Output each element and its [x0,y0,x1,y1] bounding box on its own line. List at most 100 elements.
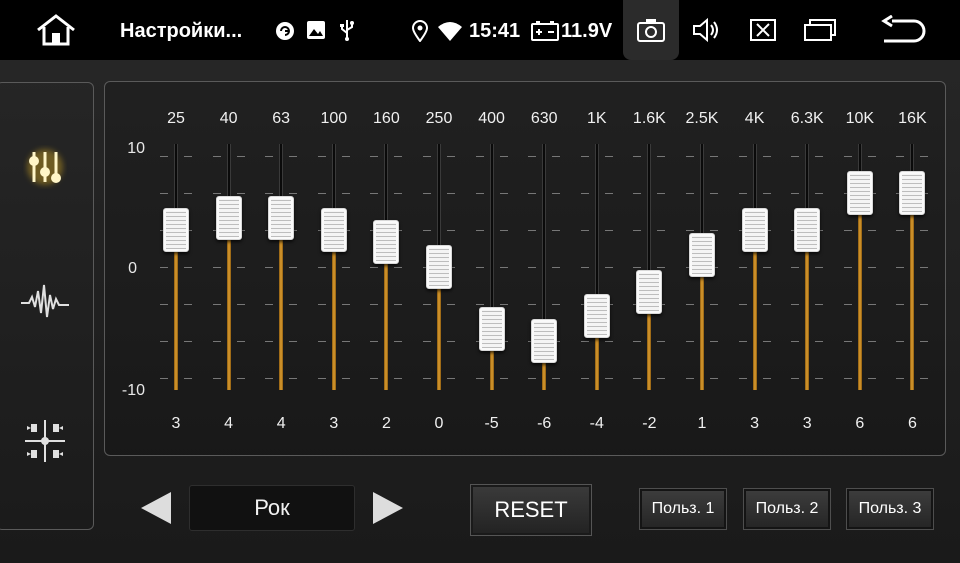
home-icon[interactable] [32,10,80,50]
eq-tick [394,267,403,268]
preset-next-button[interactable] [370,488,406,528]
eq-tick [815,341,824,342]
eq-tick [423,378,431,379]
eq-slider-knob[interactable] [741,208,768,253]
eq-tick [160,378,168,379]
eq-slider-knob[interactable] [320,208,347,253]
eq-tick [394,156,403,157]
sidebar-item-waveform[interactable] [15,273,75,333]
eq-tick [394,341,403,342]
eq-tick [552,378,561,379]
eq-band: 25 3 [150,82,202,457]
eq-slider-knob[interactable] [636,269,663,314]
eq-tick [341,156,350,157]
close-box-icon[interactable] [746,15,780,45]
eq-tick [633,193,642,194]
eq-tick [552,193,561,194]
eq-slider-track [542,144,547,341]
eq-slider-knob[interactable] [426,245,452,289]
recent-apps-icon[interactable] [800,15,840,45]
eq-tick [317,341,326,342]
reset-button[interactable]: RESET [470,484,592,536]
eq-band-frequency: 400 [478,110,505,127]
eq-tick [604,378,613,379]
eq-tick [580,230,589,231]
eq-tick [896,267,905,268]
eq-tick [212,341,221,342]
eq-tick [236,156,245,157]
waveform-icon [19,281,71,326]
eq-slider-knob[interactable] [478,306,505,351]
eq-slider-fill [226,217,231,390]
sidebar-item-equalizer[interactable] [15,139,75,199]
eq-band: 400 -5 [466,82,518,457]
volume-icon[interactable] [690,15,724,45]
eq-tick [580,267,589,268]
eq-tick [920,378,929,379]
eq-tick [633,230,642,231]
eq-tick [341,378,350,379]
eq-slider-knob[interactable] [846,171,873,216]
eq-slider-knob[interactable] [163,208,189,253]
eq-tick [710,341,718,342]
sidebar-item-balance[interactable] [15,413,75,473]
eq-tick [447,230,455,231]
eq-tick [423,193,431,194]
eq-tick [341,193,350,194]
user-preset-3-button[interactable]: Польз. 3 [846,488,934,530]
eq-tick [528,230,537,231]
eq-tick [236,378,245,379]
eq-tick [762,193,771,194]
eq-slider-knob[interactable] [689,232,715,277]
eq-tick [341,304,350,305]
eq-band-frequency: 1K [587,110,607,127]
eq-slider-fill [805,230,810,390]
eq-tick [843,230,852,231]
eq-tick [499,378,508,379]
eq-tick [896,156,905,157]
eq-tick [604,230,613,231]
eq-band-frequency: 10K [845,110,875,127]
eq-band-frequency: 160 [373,110,400,127]
eq-tick [686,341,694,342]
usb-icon [336,18,358,42]
eq-tick [317,304,326,305]
user-preset-2-button[interactable]: Польз. 2 [743,488,831,530]
eq-slider-knob[interactable] [215,195,242,240]
eq-slider-knob[interactable] [531,318,558,363]
eq-tick [236,193,245,194]
eq-slider-track [594,144,599,317]
eq-tick [867,341,876,342]
eq-tick [341,341,350,342]
eq-band-value: 6 [855,415,865,432]
preset-prev-button[interactable] [138,488,174,528]
eq-slider-knob[interactable] [373,220,400,265]
user-preset-1-button[interactable]: Польз. 1 [639,488,727,530]
eq-tick [710,156,718,157]
back-icon[interactable] [878,12,928,48]
eq-slider-knob[interactable] [268,195,295,240]
voltage: 11.9V [561,19,613,42]
eq-slider-knob[interactable] [583,294,610,339]
eq-tick [686,156,694,157]
eq-slider-knob[interactable] [794,208,821,253]
eq-tick [184,193,192,194]
eq-tick [686,304,694,305]
eq-tick [265,304,274,305]
eq-tick [184,304,192,305]
camera-icon[interactable] [634,16,668,44]
eq-tick [370,156,379,157]
eq-tick [843,304,852,305]
eq-tick [265,378,274,379]
eq-tick [867,378,876,379]
eq-tick [633,341,642,342]
eq-slider-knob[interactable] [899,171,926,216]
eq-tick [896,378,905,379]
eq-tick [499,156,508,157]
eq-tick [447,156,455,157]
eq-tick [738,378,747,379]
eq-tick [528,267,537,268]
eq-tick [580,193,589,194]
eq-tick [289,341,298,342]
eq-tick [447,304,455,305]
